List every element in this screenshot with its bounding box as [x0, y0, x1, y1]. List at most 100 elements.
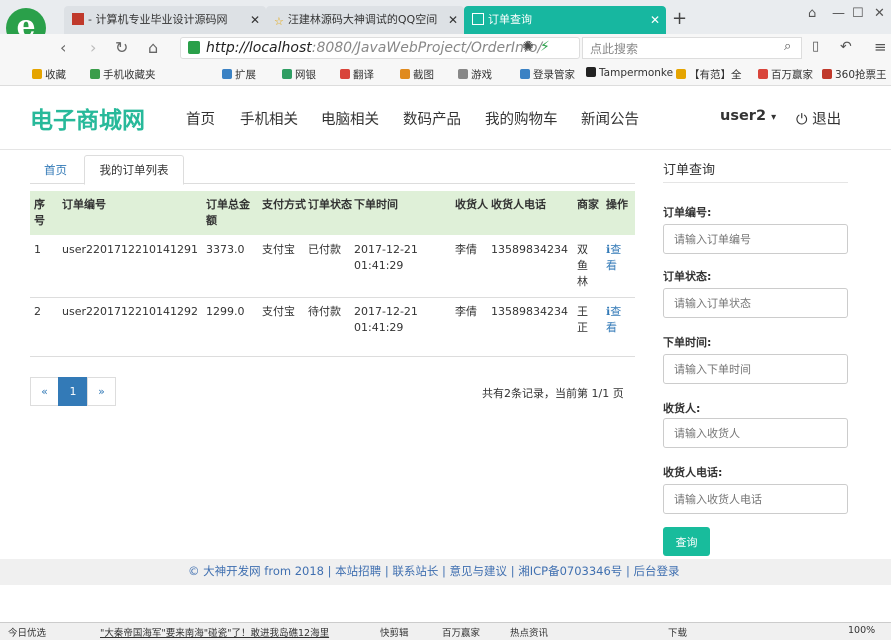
tab-close-icon[interactable]: ✕: [448, 6, 458, 34]
query-input[interactable]: [663, 288, 848, 318]
search-placeholder: 点此搜索: [590, 42, 639, 56]
skin-icon[interactable]: ⌂: [808, 6, 816, 21]
bookmark-item[interactable]: 扩展: [222, 67, 256, 82]
status-today-picks[interactable]: 今日优选: [8, 625, 46, 639]
query-input[interactable]: [663, 354, 848, 384]
cell-receiver: 李倩: [455, 243, 477, 256]
breadcrumb-current: 我的订单列表: [84, 155, 184, 185]
query-input[interactable]: [663, 418, 848, 448]
bookmark-icon: [340, 69, 350, 79]
col-header-time: 下单时间: [354, 198, 398, 211]
bookmark-item[interactable]: 手机收藏夹: [90, 67, 156, 82]
cell-merchant: 双鱼林: [577, 243, 588, 288]
cell-no: 1: [34, 243, 41, 256]
col-header-pay: 支付方式: [262, 198, 306, 211]
cell-time: 2017-12-21 01:41:29: [354, 305, 418, 334]
tab-close-icon[interactable]: ✕: [650, 6, 660, 34]
query-label: 收货人电话:: [663, 466, 723, 479]
bookmark-item[interactable]: 收藏: [32, 67, 66, 82]
nav-cart[interactable]: 我的购物车: [485, 108, 558, 129]
status-zoom[interactable]: 100%: [848, 625, 875, 636]
browser-tab-1[interactable]: - 计算机专业毕业设计源码网 ✕: [64, 6, 266, 34]
browser-tab-active[interactable]: 订单查询 ✕: [464, 6, 666, 34]
lightning-icon[interactable]: ⚡: [540, 39, 550, 55]
bookmark-item[interactable]: 百万赢家: [758, 67, 813, 82]
status-quick-clip[interactable]: 快剪辑: [380, 625, 409, 639]
search-icon[interactable]: ⌕: [784, 39, 791, 54]
minimize-icon[interactable]: —: [832, 6, 845, 21]
bookmark-item[interactable]: 【有范】全: [676, 67, 742, 82]
bookmark-icon: [400, 69, 410, 79]
url-text[interactable]: http://localhost:8080/JavaWebProject/Ord…: [206, 40, 542, 56]
col-header-phone: 收货人电话: [491, 198, 546, 211]
bookmark-item[interactable]: 360抢票王: [822, 67, 887, 82]
divider: [663, 182, 848, 183]
back-icon[interactable]: ‹: [60, 38, 66, 57]
nav-digital[interactable]: 数码产品: [403, 108, 461, 129]
col-header-action: 操作: [606, 198, 628, 211]
nav-computers[interactable]: 电脑相关: [321, 108, 379, 129]
pager-page-1[interactable]: 1: [58, 377, 88, 406]
menu-icon[interactable]: ≡: [874, 38, 887, 56]
query-label: 订单状态:: [663, 270, 712, 283]
logout-link[interactable]: ⏻ 退出: [796, 108, 841, 129]
bookmark-item[interactable]: 翻译: [340, 67, 374, 82]
cell-phone: 13589834234: [491, 305, 568, 318]
bookmark-icon: [222, 69, 232, 79]
bookmark-label: 翻译: [353, 69, 374, 81]
footer-links[interactable]: © 大神开发网 from 2018 | 本站招聘 | 联系站长 | 意见与建议 …: [188, 563, 680, 579]
cell-phone: 13589834234: [491, 243, 568, 256]
bookmark-label: 网银: [295, 69, 316, 81]
undo-icon[interactable]: ↶: [840, 39, 852, 55]
new-tab-icon[interactable]: +: [672, 8, 687, 29]
bookmark-icon: [586, 67, 596, 77]
query-input[interactable]: [663, 484, 848, 514]
speed-icon[interactable]: ✺: [522, 39, 534, 55]
bookmark-label: 百万赢家: [771, 69, 813, 81]
bookmark-label: 登录管家: [533, 69, 575, 81]
cell-time: 2017-12-21 01:41:29: [354, 243, 418, 272]
col-header-order-no: 订单编号: [62, 198, 106, 211]
status-news-ticker[interactable]: "大秦帝国海军"要来南海"碰瓷"了！敢进我岛礁12海里: [100, 625, 329, 639]
browser-tab-2[interactable]: ☆ 汪建林源码大神调试的QQ空间 ✕: [266, 6, 464, 34]
cell-pay: 支付宝: [262, 305, 295, 318]
col-header-no: 序号: [34, 198, 45, 227]
home-icon[interactable]: ⌂: [148, 38, 158, 57]
query-input[interactable]: [663, 224, 848, 254]
bookmark-item[interactable]: Tampermonke: [586, 67, 673, 79]
nav-phones[interactable]: 手机相关: [240, 108, 298, 129]
bookmark-item[interactable]: 游戏: [458, 67, 492, 82]
maximize-icon[interactable]: ☐: [852, 6, 864, 21]
phone-icon[interactable]: ▯: [812, 39, 819, 54]
status-hot-news[interactable]: 热点资讯: [510, 625, 548, 639]
pager-next[interactable]: »: [87, 377, 116, 406]
forward-icon[interactable]: ›: [90, 38, 96, 57]
status-download[interactable]: 下载: [668, 625, 687, 639]
cell-no: 2: [34, 305, 41, 318]
tab-close-icon[interactable]: ✕: [250, 6, 260, 34]
query-label: 下单时间:: [663, 336, 712, 349]
status-million-winner[interactable]: 百万赢家: [442, 625, 480, 639]
user-name: user2: [720, 108, 767, 124]
bookmark-icon: [822, 69, 832, 79]
nav-home[interactable]: 首页: [186, 108, 215, 129]
view-order-link[interactable]: ℹ查看: [606, 242, 630, 274]
bookmark-item[interactable]: 登录管家: [520, 67, 575, 82]
col-header-receiver: 收货人: [455, 198, 488, 211]
view-order-link[interactable]: ℹ查看: [606, 304, 630, 336]
bookmark-label: 360抢票王: [835, 69, 887, 81]
bookmark-icon: [282, 69, 292, 79]
site-brand[interactable]: 电子商城网: [30, 101, 145, 135]
query-label: 订单编号:: [663, 206, 712, 219]
bookmark-item[interactable]: 截图: [400, 67, 434, 82]
query-button[interactable]: 查询: [663, 527, 710, 556]
user-menu[interactable]: user2 ▾: [720, 108, 776, 124]
nav-news[interactable]: 新闻公告: [581, 108, 639, 129]
cell-receiver: 李倩: [455, 305, 477, 318]
breadcrumb-home[interactable]: 首页: [44, 162, 67, 178]
reload-icon[interactable]: ↻: [115, 38, 128, 57]
close-window-icon[interactable]: ✕: [874, 6, 885, 21]
bookmark-icon: [758, 69, 768, 79]
pager-prev[interactable]: «: [30, 377, 59, 406]
bookmark-item[interactable]: 网银: [282, 67, 316, 82]
